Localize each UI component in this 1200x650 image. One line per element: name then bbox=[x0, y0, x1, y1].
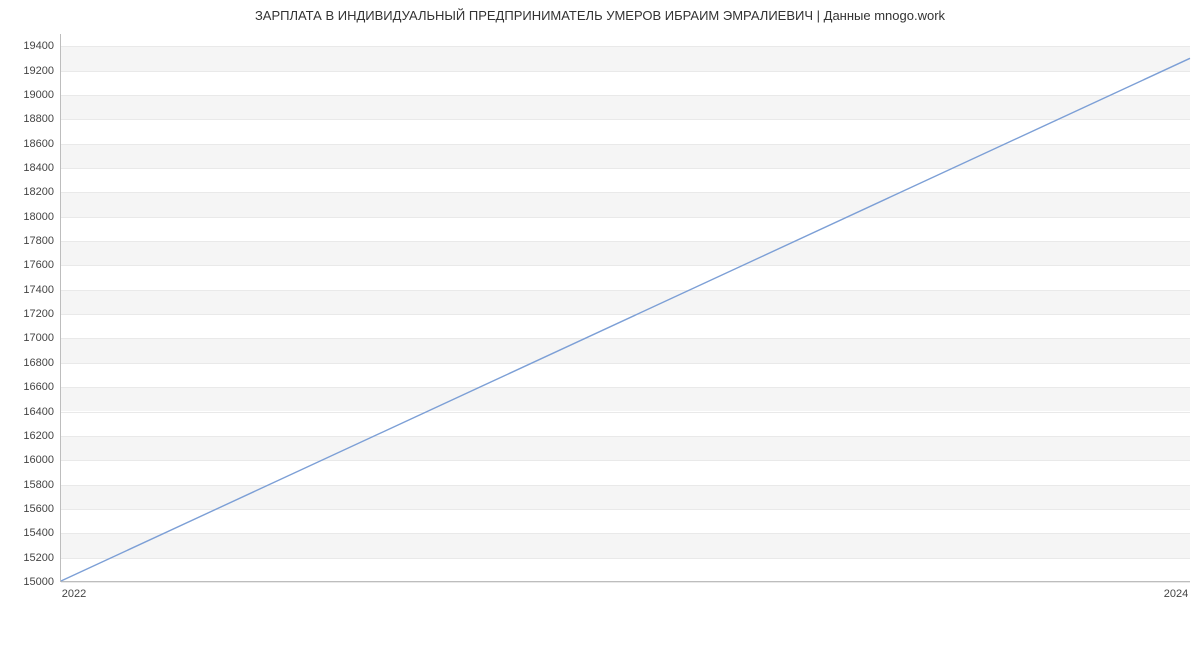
y-tick-label: 16600 bbox=[4, 381, 54, 393]
x-tick-label: 2022 bbox=[62, 588, 86, 600]
chart-container: ЗАРПЛАТА В ИНДИВИДУАЛЬНЫЙ ПРЕДПРИНИМАТЕЛ… bbox=[0, 0, 1200, 650]
y-tick-label: 16800 bbox=[4, 357, 54, 369]
y-tick-label: 15600 bbox=[4, 503, 54, 515]
y-tick-label: 19200 bbox=[4, 65, 54, 77]
y-tick-label: 18000 bbox=[4, 211, 54, 223]
line-layer bbox=[61, 34, 1190, 581]
series-line bbox=[61, 58, 1190, 581]
y-tick-label: 18400 bbox=[4, 162, 54, 174]
y-tick-label: 17400 bbox=[4, 284, 54, 296]
y-tick-label: 15200 bbox=[4, 552, 54, 564]
y-tick-label: 18600 bbox=[4, 138, 54, 150]
y-tick-label: 18200 bbox=[4, 186, 54, 198]
y-tick-label: 16000 bbox=[4, 454, 54, 466]
y-tick-label: 19000 bbox=[4, 89, 54, 101]
y-tick-label: 15400 bbox=[4, 527, 54, 539]
y-tick-label: 17200 bbox=[4, 308, 54, 320]
y-tick-label: 17800 bbox=[4, 235, 54, 247]
plot-area bbox=[60, 34, 1190, 582]
y-tick-label: 17000 bbox=[4, 332, 54, 344]
y-tick-label: 19400 bbox=[4, 40, 54, 52]
x-tick-label: 2024 bbox=[1164, 588, 1188, 600]
y-tick-label: 15800 bbox=[4, 479, 54, 491]
y-tick-label: 18800 bbox=[4, 113, 54, 125]
chart-title: ЗАРПЛАТА В ИНДИВИДУАЛЬНЫЙ ПРЕДПРИНИМАТЕЛ… bbox=[0, 8, 1200, 23]
gridline bbox=[61, 582, 1190, 583]
y-tick-label: 16200 bbox=[4, 430, 54, 442]
y-tick-label: 16400 bbox=[4, 406, 54, 418]
y-tick-label: 17600 bbox=[4, 259, 54, 271]
y-tick-label: 15000 bbox=[4, 576, 54, 588]
